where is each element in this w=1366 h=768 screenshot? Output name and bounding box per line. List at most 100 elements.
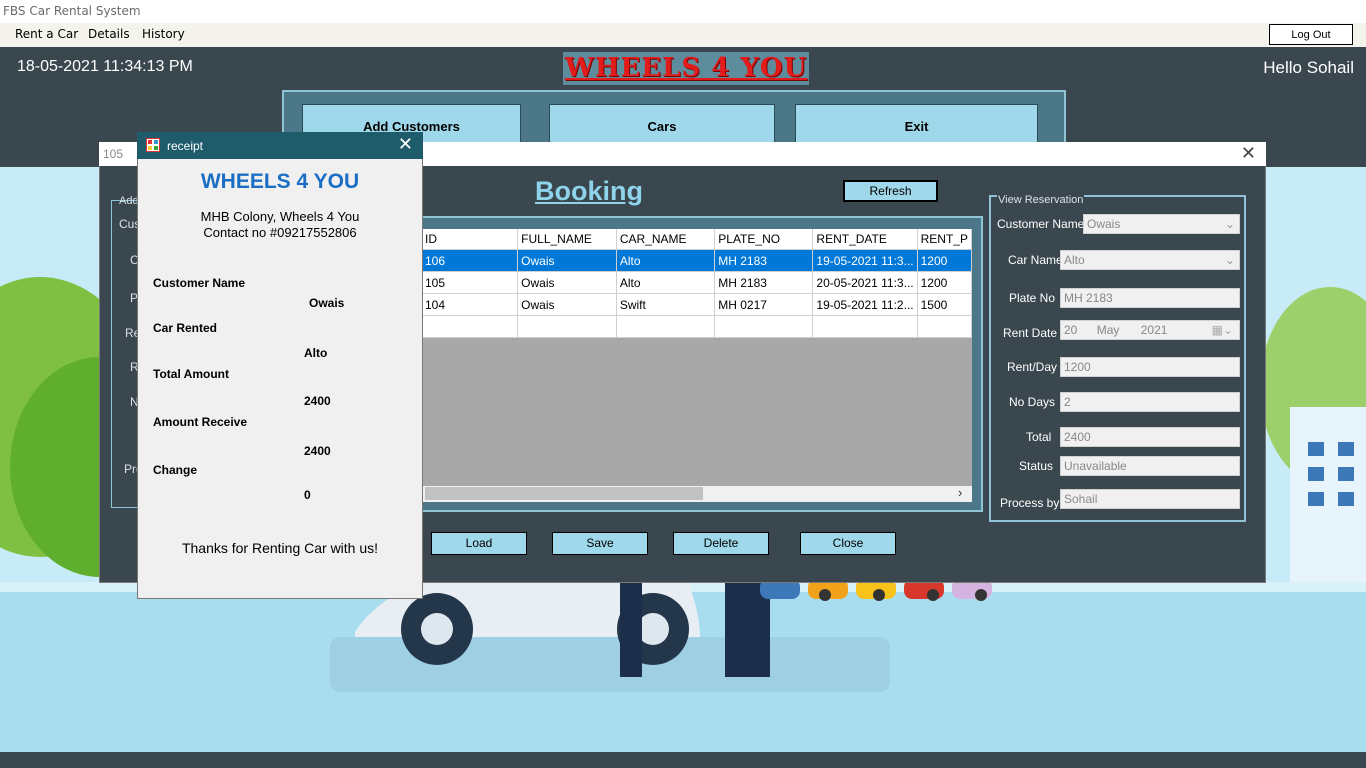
cell[interactable]: 1200 <box>917 271 972 294</box>
cell[interactable]: 104 <box>422 293 519 316</box>
receipt-change: 0 <box>304 488 311 502</box>
cars-button[interactable]: Cars <box>549 104 775 144</box>
rent-date-day: 20 <box>1064 323 1078 337</box>
menu-history[interactable]: History <box>142 27 185 41</box>
cell[interactable] <box>517 315 617 338</box>
column-header-rent-date[interactable]: RENT_DATE <box>812 229 918 250</box>
receipt-window <box>137 132 423 599</box>
car-name-value: Alto <box>1064 253 1085 267</box>
cell[interactable] <box>422 315 519 338</box>
receipt-amount-receive-label: Amount Receive <box>153 415 248 429</box>
rent-date-month: May <box>1096 323 1120 337</box>
logout-button[interactable]: Log Out <box>1269 24 1353 45</box>
cell[interactable] <box>812 315 918 338</box>
receipt-car-rented-label: Car Rented <box>153 321 218 335</box>
cell[interactable] <box>917 315 972 338</box>
column-header-id[interactable]: ID <box>422 229 519 250</box>
total-field[interactable]: 2400 <box>1060 427 1240 447</box>
receipt-address: MHB Colony, Wheels 4 You <box>200 209 360 224</box>
app-title-bar: FBS Car Rental System <box>0 0 1366 23</box>
new-row[interactable] <box>422 315 972 338</box>
cell[interactable]: MH 0217 <box>714 293 814 316</box>
table-row[interactable]: 105 Owais Alto MH 2183 20-05-2021 11:3..… <box>422 271 972 294</box>
process-by-field[interactable]: Sohail <box>1060 489 1240 509</box>
cell[interactable]: Owais <box>517 293 617 316</box>
receipt-title-bar: receipt ✕ <box>137 132 423 159</box>
scroll-right-icon[interactable]: › <box>958 485 962 500</box>
car-name-select[interactable]: Alto ⌄ <box>1060 250 1240 270</box>
cell[interactable]: MH 2183 <box>714 271 814 294</box>
receipt-contact: Contact no #09217552806 <box>203 225 357 240</box>
cell[interactable]: 19-05-2021 11:2... <box>812 293 918 316</box>
cell[interactable]: 105 <box>422 271 519 294</box>
cell[interactable]: Owais <box>517 249 617 272</box>
receipt-change-label: Change <box>153 463 198 477</box>
delete-button[interactable]: Delete <box>673 532 769 555</box>
booking-heading: Booking <box>535 176 643 206</box>
table-header-row: ID FULL_NAME CAR_NAME PLATE_NO RENT_DATE… <box>422 229 972 250</box>
greeting: Hello Sohail <box>1263 58 1354 77</box>
receipt-car-rented: Alto <box>304 346 328 360</box>
chevron-down-icon[interactable]: ⌄ <box>1225 251 1235 269</box>
receipt-window-title: receipt <box>167 139 204 153</box>
table-row[interactable]: 104 Owais Swift MH 0217 19-05-2021 11:2.… <box>422 293 972 316</box>
cell[interactable]: 1200 <box>917 249 972 272</box>
customer-name-label: Customer Name <box>997 217 1085 231</box>
receipt-footer: Thanks for Renting Car with us! <box>181 540 379 556</box>
datetime-display: 18-05-2021 11:34:13 PM <box>17 58 193 75</box>
save-button[interactable]: Save <box>552 532 648 555</box>
receipt-amount-receive: 2400 <box>304 444 331 458</box>
cell[interactable]: Alto <box>616 271 716 294</box>
rent-date-year: 2021 <box>1140 323 1168 337</box>
column-header-full-name[interactable]: FULL_NAME <box>517 229 617 250</box>
menu-details[interactable]: Details <box>88 27 130 41</box>
no-days-label: No Days <box>1009 395 1056 409</box>
receipt-customer-name: Owais <box>309 296 345 310</box>
exit-button[interactable]: Exit <box>795 104 1038 144</box>
logo: WHEELS 4 YOU <box>564 53 808 83</box>
receipt-brand: WHEELS 4 YOU <box>200 170 360 193</box>
cell[interactable]: Alto <box>616 249 716 272</box>
menu-bar: Rent a Car Details History <box>0 23 1366 47</box>
rent-per-day-field[interactable]: 1200 <box>1060 357 1240 377</box>
close-button[interactable]: Close <box>800 532 896 555</box>
plate-no-field[interactable]: MH 2183 <box>1060 288 1240 308</box>
customer-name-value: Owais <box>1087 217 1121 231</box>
status-field[interactable]: Unavailable <box>1060 456 1240 476</box>
rent-date-picker[interactable]: 20 May 2021 ▦⌄ <box>1060 320 1240 340</box>
cell[interactable]: Owais <box>517 271 617 294</box>
cell[interactable]: 106 <box>422 249 519 272</box>
booking-window-title: 105 <box>103 147 124 161</box>
scrollbar-thumb[interactable] <box>425 487 703 500</box>
app-icon <box>146 138 160 152</box>
status-label: Status <box>1019 459 1054 473</box>
close-icon[interactable]: ✕ <box>398 134 413 155</box>
total-label: Total <box>1026 430 1052 444</box>
column-header-plate-no[interactable]: PLATE_NO <box>714 229 814 250</box>
refresh-button[interactable]: Refresh <box>843 180 938 202</box>
table-row[interactable]: 106 Owais Alto MH 2183 19-05-2021 11:3..… <box>422 249 972 272</box>
customer-name-select[interactable]: Owais ⌄ <box>1083 214 1240 234</box>
left-group-title: Add <box>119 195 139 207</box>
calendar-icon[interactable]: ▦⌄ <box>1212 321 1233 339</box>
cell[interactable]: MH 2183 <box>714 249 814 272</box>
cell[interactable]: Swift <box>616 293 716 316</box>
chevron-down-icon[interactable]: ⌄ <box>1225 215 1235 233</box>
rent-per-day-label: Rent/Day <box>1007 360 1058 374</box>
bottom-bar <box>0 752 1366 768</box>
cell[interactable] <box>714 315 814 338</box>
column-header-car-name[interactable]: CAR_NAME <box>616 229 716 250</box>
cell[interactable]: 1500 <box>917 293 972 316</box>
no-days-field[interactable]: 2 <box>1060 392 1240 412</box>
car-name-label: Car Name <box>1008 253 1063 267</box>
load-button[interactable]: Load <box>431 532 527 555</box>
view-reservation-title: View Reservation <box>997 194 1085 206</box>
bookings-table[interactable]: ID FULL_NAME CAR_NAME PLATE_NO RENT_DATE… <box>422 229 972 502</box>
receipt-customer-name-label: Customer Name <box>153 276 246 290</box>
close-icon[interactable]: ✕ <box>1241 143 1256 164</box>
menu-rent-a-car[interactable]: Rent a Car <box>15 27 78 41</box>
cell[interactable] <box>616 315 716 338</box>
cell[interactable]: 20-05-2021 11:3... <box>812 271 918 294</box>
column-header-rent-price[interactable]: RENT_P <box>917 229 972 250</box>
cell[interactable]: 19-05-2021 11:3... <box>812 249 918 272</box>
